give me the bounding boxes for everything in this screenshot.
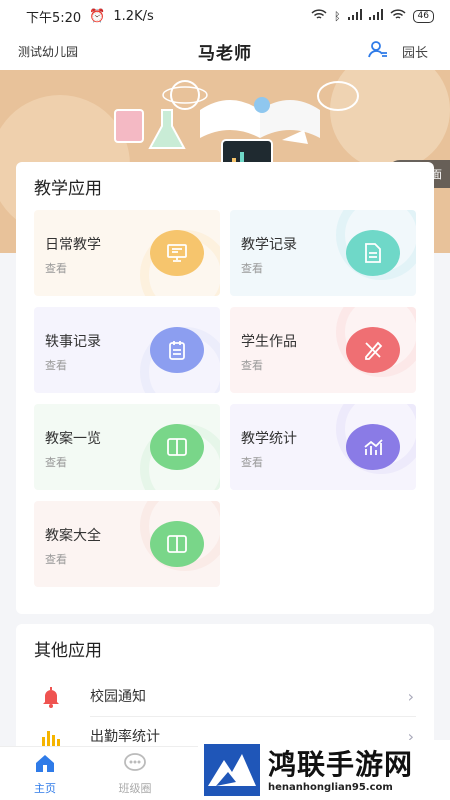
tile-sub: 查看: [45, 456, 67, 469]
chat-icon: [123, 753, 147, 776]
status-bar: 下午5:20 ⏰ 1.2K/s ᛒ 46: [0, 0, 450, 32]
teaching-apps-card: 教学应用 日常教学 查看 教学记录 查看 轶事记录 查看 学生作品 查看 教案一…: [16, 162, 434, 614]
signal-icon: [347, 9, 362, 23]
tile-name: 学生作品: [241, 334, 297, 350]
alarm-icon: ⏰: [89, 8, 106, 24]
network-speed: 1.2K/s: [113, 8, 154, 24]
tile-name: 教学记录: [241, 237, 297, 253]
tile-name: 教学统计: [241, 431, 297, 447]
watermark-title: 鸿联手游网: [268, 747, 414, 781]
app-tile-anecdote-record[interactable]: 轶事记录 查看: [34, 307, 220, 393]
list-item-label: 出勤率统计: [90, 729, 160, 745]
chevron-right-icon: ›: [407, 686, 414, 706]
bell-icon: [38, 686, 64, 708]
app-tile-daily-teaching[interactable]: 日常教学 查看: [34, 210, 220, 296]
app-tile-teaching-statistics[interactable]: 教学统计 查看: [230, 404, 416, 490]
watermark: 鸿联手游网 henanhonglian95.com: [198, 740, 450, 800]
app-header: 测试幼儿园 马老师 园长: [0, 32, 450, 70]
nav-class-circle[interactable]: 班级圈: [100, 753, 170, 796]
tile-sub: 查看: [241, 262, 263, 275]
tile-name: 教案一览: [45, 431, 101, 447]
book-icon: [150, 521, 204, 567]
app-tile-lesson-plan-collection[interactable]: 教案大全 查看: [34, 501, 220, 587]
pencil-ruler-icon: [346, 327, 400, 373]
teaching-apps-title: 教学应用: [34, 179, 102, 199]
tile-sub: 查看: [45, 359, 67, 372]
signal-icon: [368, 9, 383, 23]
app-tile-student-works[interactable]: 学生作品 查看: [230, 307, 416, 393]
tile-sub: 查看: [45, 553, 67, 566]
bar-chart-icon: [38, 726, 64, 748]
app-tile-teaching-record[interactable]: 教学记录 查看: [230, 210, 416, 296]
tile-name: 教案大全: [45, 528, 101, 544]
tile-sub: 查看: [241, 456, 263, 469]
watermark-logo-icon: [202, 742, 262, 798]
bluetooth-icon: ᛒ: [333, 9, 341, 23]
role-label[interactable]: 园长: [402, 42, 428, 61]
watermark-url: henanhonglian95.com: [268, 781, 393, 793]
status-time: 下午5:20: [26, 10, 82, 26]
document-icon: [346, 230, 400, 276]
book-icon: [150, 424, 204, 470]
tile-name: 轶事记录: [45, 334, 101, 350]
app-tile-lesson-plan-overview[interactable]: 教案一览 查看: [34, 404, 220, 490]
chart-icon: [346, 424, 400, 470]
list-item-campus-notice[interactable]: 校园通知 ›: [16, 676, 434, 716]
wifi-icon: [390, 8, 406, 24]
battery-icon: 46: [412, 9, 434, 23]
wifi-icon: [311, 8, 327, 24]
school-name[interactable]: 测试幼儿园: [18, 43, 78, 60]
board-icon: [150, 230, 204, 276]
nav-label: 班级圈: [118, 782, 152, 795]
home-icon: [34, 755, 56, 776]
other-apps-title: 其他应用: [34, 641, 102, 661]
nav-label: 主页: [34, 782, 56, 795]
nav-home[interactable]: 主页: [10, 753, 80, 796]
tile-sub: 查看: [241, 359, 263, 372]
clipboard-icon: [150, 327, 204, 373]
user-switch-icon[interactable]: [368, 40, 388, 62]
list-item-label: 校园通知: [90, 689, 146, 705]
tile-name: 日常教学: [45, 237, 101, 253]
tile-sub: 查看: [45, 262, 67, 275]
